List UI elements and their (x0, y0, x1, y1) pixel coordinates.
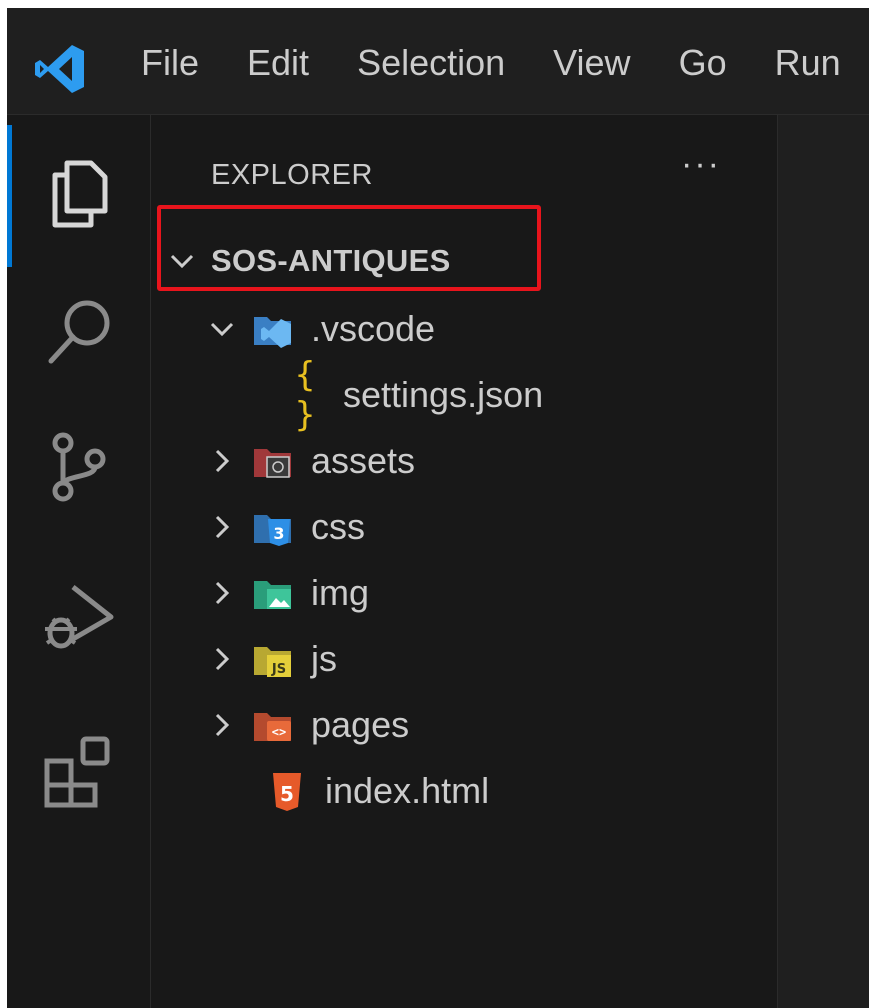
source-control-icon[interactable] (39, 425, 119, 505)
active-indicator (7, 125, 12, 267)
css-folder-icon: 3 (254, 515, 291, 546)
menu-edit[interactable]: Edit (223, 36, 333, 90)
explorer-icon[interactable] (39, 153, 119, 233)
run-debug-icon[interactable] (39, 577, 119, 657)
vscode-logo-icon (35, 45, 84, 93)
tree-item-index-html[interactable]: 5 index.html (251, 761, 489, 821)
tree-item-assets[interactable]: assets (207, 431, 415, 491)
tree-item-label: css (311, 506, 365, 547)
pages-folder-icon: <> (254, 713, 291, 741)
assets-folder-icon (254, 449, 291, 478)
chevron-right-icon (215, 515, 230, 539)
tree-item-label: settings.json (343, 374, 544, 415)
menu-selection[interactable]: Selection (333, 36, 529, 90)
tree-item-vscode[interactable]: .vscode (207, 299, 435, 359)
menu-go[interactable]: Go (655, 36, 751, 90)
menu-file[interactable]: File (117, 36, 223, 90)
tree-item-img[interactable]: img (207, 563, 369, 623)
json-file-icon: { } (294, 355, 316, 435)
tree-item-settings-json[interactable]: { } settings.json (283, 355, 544, 435)
menu-run[interactable]: Run (751, 36, 865, 90)
menu-bar: File Edit Selection View Go Run (117, 36, 865, 90)
html-file-icon: 5 (273, 773, 301, 811)
more-actions-icon[interactable]: ··· (681, 145, 721, 184)
tree-item-label: .vscode (311, 308, 436, 349)
tree-item-label: index.html (325, 770, 490, 811)
menu-view[interactable]: View (529, 36, 654, 90)
tree-item-label: pages (311, 704, 410, 745)
chevron-right-icon (215, 449, 230, 473)
tree-item-js[interactable]: JS js (207, 629, 337, 689)
extensions-icon[interactable] (39, 729, 119, 809)
chevron-right-icon (215, 581, 230, 605)
vscode-window: File Edit Selection View Go Run EXPLORER… (7, 8, 869, 1008)
workspace-root[interactable]: SOS-ANTIQUES (167, 232, 451, 290)
activity-bar (7, 115, 151, 1008)
svg-text:JS: JS (271, 662, 286, 677)
tree-item-label: img (311, 572, 370, 613)
chevron-right-icon (215, 647, 230, 671)
title-bar: File Edit Selection View Go Run (7, 8, 869, 115)
tree-item-label: assets (311, 440, 416, 481)
js-folder-icon: JS (254, 647, 291, 677)
workspace-root-label: SOS-ANTIQUES (211, 243, 451, 278)
tree-item-label: js (311, 638, 337, 679)
editor-area[interactable] (778, 115, 869, 1008)
tree-item-pages[interactable]: <> pages (207, 695, 409, 755)
svg-text:3: 3 (273, 524, 284, 543)
img-folder-icon (254, 581, 291, 609)
explorer-title: EXPLORER (211, 159, 373, 191)
chevron-down-icon (210, 322, 234, 337)
svg-text:5: 5 (280, 782, 294, 806)
explorer-sidebar: EXPLORER ··· SOS-ANTIQUES .vscode { } se… (151, 115, 778, 1008)
chevron-down-icon (170, 254, 194, 269)
tree-item-css[interactable]: 3 css (207, 497, 365, 557)
svg-text:<>: <> (272, 725, 286, 739)
chevron-right-icon (215, 713, 230, 737)
vscode-folder-icon (254, 317, 291, 348)
search-icon[interactable] (39, 291, 119, 371)
